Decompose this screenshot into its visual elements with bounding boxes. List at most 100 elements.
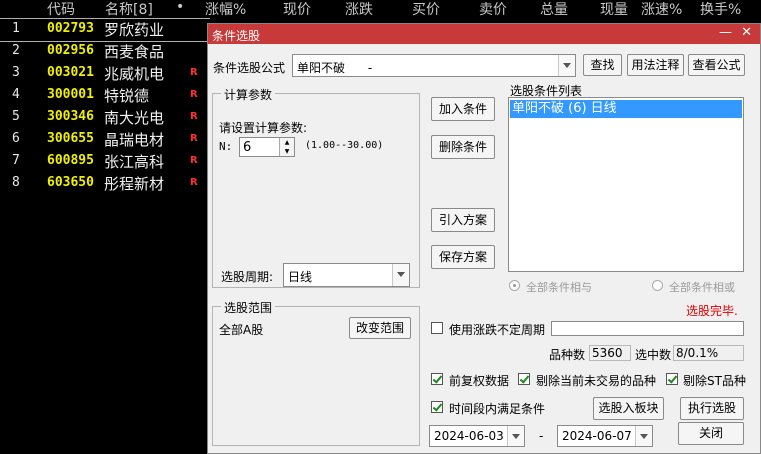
uncertain-period-checkbox[interactable] bbox=[431, 322, 443, 334]
col-bid[interactable]: 买价 bbox=[412, 0, 440, 19]
calc-params-title: 计算参数 bbox=[221, 86, 276, 103]
calc-prompt: 请设置计算参数: bbox=[219, 121, 308, 135]
save-plan-button[interactable]: 保存方案 bbox=[431, 245, 495, 269]
add-condition-button[interactable]: 加入条件 bbox=[431, 97, 495, 121]
table-row[interactable]: 8 603650 彤程新材 R bbox=[0, 173, 210, 195]
chevron-down-icon[interactable] bbox=[558, 55, 575, 76]
time-range-label: 时间段内满足条件 bbox=[449, 402, 546, 416]
table-row[interactable]: 2 002956 西麦食品 bbox=[0, 41, 210, 63]
col-volume[interactable]: 总量 bbox=[540, 0, 568, 19]
exclude-st-checkbox[interactable] bbox=[666, 373, 678, 385]
table-row[interactable]: 1 002793 罗欣药业 bbox=[0, 18, 210, 42]
col-speed[interactable]: 涨速% bbox=[641, 0, 682, 19]
list-item[interactable]: 单阳不破 (6) 日线 bbox=[510, 100, 742, 118]
stock-code: 002956 bbox=[47, 43, 94, 58]
range-value: 全部A股 bbox=[219, 323, 264, 337]
col-change-pct[interactable]: 涨幅% bbox=[205, 0, 246, 19]
formula-label: 条件选股公式 bbox=[213, 61, 286, 75]
import-plan-button[interactable]: 引入方案 bbox=[431, 208, 495, 232]
time-range-checkbox[interactable] bbox=[431, 401, 443, 413]
margin-flag: R bbox=[190, 133, 198, 144]
selected-value: 8/0.1% bbox=[673, 345, 744, 361]
fq-label: 前复权数据 bbox=[449, 374, 510, 388]
row-index: 1 bbox=[12, 21, 20, 36]
selected-label: 选中数 bbox=[635, 348, 672, 362]
view-formula-button[interactable]: 查看公式 bbox=[688, 54, 745, 76]
minimize-button[interactable]: — bbox=[719, 25, 732, 40]
stock-name: 罗欣药业 bbox=[104, 21, 165, 39]
formula-value: 单阳不破 - bbox=[297, 61, 373, 75]
chevron-down-icon[interactable] bbox=[392, 264, 409, 286]
row-index: 4 bbox=[12, 87, 20, 102]
col-change[interactable]: 涨跌 bbox=[345, 0, 373, 19]
param-range: (1.00--30.00) bbox=[305, 140, 384, 151]
param-n-stepper[interactable]: 6 ▲ ▼ bbox=[239, 137, 295, 157]
table-row[interactable]: 7 600895 张江高科 R bbox=[0, 151, 210, 173]
formula-select[interactable]: 单阳不破 - bbox=[292, 54, 576, 77]
date-separator: - bbox=[539, 429, 544, 443]
range-title: 选股范围 bbox=[221, 299, 276, 316]
uncertain-period-label: 使用涨跌不定周期 bbox=[449, 323, 546, 337]
change-range-button[interactable]: 改变范围 bbox=[349, 317, 411, 339]
col-turnover[interactable]: 换手% bbox=[700, 0, 741, 19]
table-row[interactable]: 6 300655 晶瑞电材 R bbox=[0, 129, 210, 151]
run-select-button[interactable]: 执行选股 bbox=[680, 397, 744, 420]
radio-or[interactable] bbox=[652, 280, 663, 291]
col-dot: • bbox=[176, 0, 185, 15]
stock-code: 600895 bbox=[47, 153, 94, 168]
usage-notes-button[interactable]: 用法注释 bbox=[627, 54, 684, 76]
period-label: 选股周期: bbox=[221, 270, 274, 284]
fq-checkbox[interactable] bbox=[431, 373, 443, 385]
period-value: 日线 bbox=[288, 270, 313, 284]
stock-name: 彤程新材 bbox=[104, 175, 165, 193]
dialog-title-bar[interactable]: 条件选股 — ✕ bbox=[208, 24, 760, 44]
col-code[interactable]: 代码 bbox=[47, 0, 75, 19]
date-from-picker[interactable]: 2024-06-03 bbox=[429, 425, 525, 447]
uncertain-period-input[interactable] bbox=[551, 321, 744, 336]
stock-code: 300346 bbox=[47, 109, 94, 124]
table-header: 代码 名称[8] • 涨幅% 现价 涨跌 买价 卖价 总量 现量 涨速% 换手% bbox=[0, 0, 761, 18]
stock-name: 特锐德 bbox=[104, 87, 150, 105]
row-index: 3 bbox=[12, 65, 20, 80]
delete-condition-button[interactable]: 删除条件 bbox=[431, 135, 495, 159]
period-select[interactable]: 日线 bbox=[283, 263, 410, 287]
col-price[interactable]: 现价 bbox=[283, 0, 311, 19]
close-x-button[interactable]: ✕ bbox=[741, 25, 752, 40]
stock-code: 300001 bbox=[47, 87, 94, 102]
range-group: 选股范围 全部A股 改变范围 bbox=[212, 299, 420, 446]
stock-name: 南大光电 bbox=[104, 109, 165, 127]
row-index: 2 bbox=[12, 43, 20, 58]
to-block-button[interactable]: 选股入板块 bbox=[593, 397, 664, 420]
col-ask[interactable]: 卖价 bbox=[479, 0, 507, 19]
stock-name: 西麦食品 bbox=[104, 43, 165, 61]
status-text: 选股完毕. bbox=[686, 304, 738, 318]
row-index: 8 bbox=[12, 175, 20, 190]
stock-code: 003021 bbox=[47, 65, 94, 80]
exclude-untraded-checkbox[interactable] bbox=[518, 373, 530, 385]
close-button[interactable]: 关闭 bbox=[678, 422, 744, 445]
table-row[interactable]: 3 003021 兆威机电 R bbox=[0, 63, 210, 85]
param-n-label: N: bbox=[219, 140, 233, 153]
chevron-down-icon[interactable] bbox=[507, 426, 524, 446]
table-row[interactable]: 4 300001 特锐德 R bbox=[0, 85, 210, 107]
col-cur-volume[interactable]: 现量 bbox=[600, 0, 628, 19]
chevron-down-icon[interactable] bbox=[635, 426, 652, 446]
table-row[interactable]: 5 300346 南大光电 R bbox=[0, 107, 210, 129]
col-name[interactable]: 名称[8] bbox=[105, 0, 153, 19]
count-value: 5360 bbox=[589, 345, 631, 361]
stepper-down-icon[interactable]: ▼ bbox=[279, 147, 294, 156]
date-to-picker[interactable]: 2024-06-07 bbox=[557, 425, 653, 447]
radio-or-label: 全部条件相或 bbox=[669, 281, 735, 294]
find-button[interactable]: 查找 bbox=[583, 54, 622, 76]
count-label: 品种数 bbox=[549, 348, 586, 362]
dialog-title: 条件选股 bbox=[212, 29, 261, 43]
condition-list[interactable]: 单阳不破 (6) 日线 bbox=[508, 97, 744, 272]
stock-code: 300655 bbox=[47, 131, 94, 146]
row-index: 7 bbox=[12, 153, 20, 168]
param-n-value: 6 bbox=[243, 140, 252, 155]
exclude-untraded-label: 剔除当前未交易的品种 bbox=[536, 374, 657, 388]
stock-name: 晶瑞电材 bbox=[104, 131, 165, 149]
condition-select-dialog: 条件选股 — ✕ 条件选股公式 单阳不破 - 查找 用法注释 查看公式 计算参数… bbox=[207, 23, 761, 454]
radio-and[interactable] bbox=[509, 280, 520, 291]
margin-flag: R bbox=[190, 155, 198, 166]
